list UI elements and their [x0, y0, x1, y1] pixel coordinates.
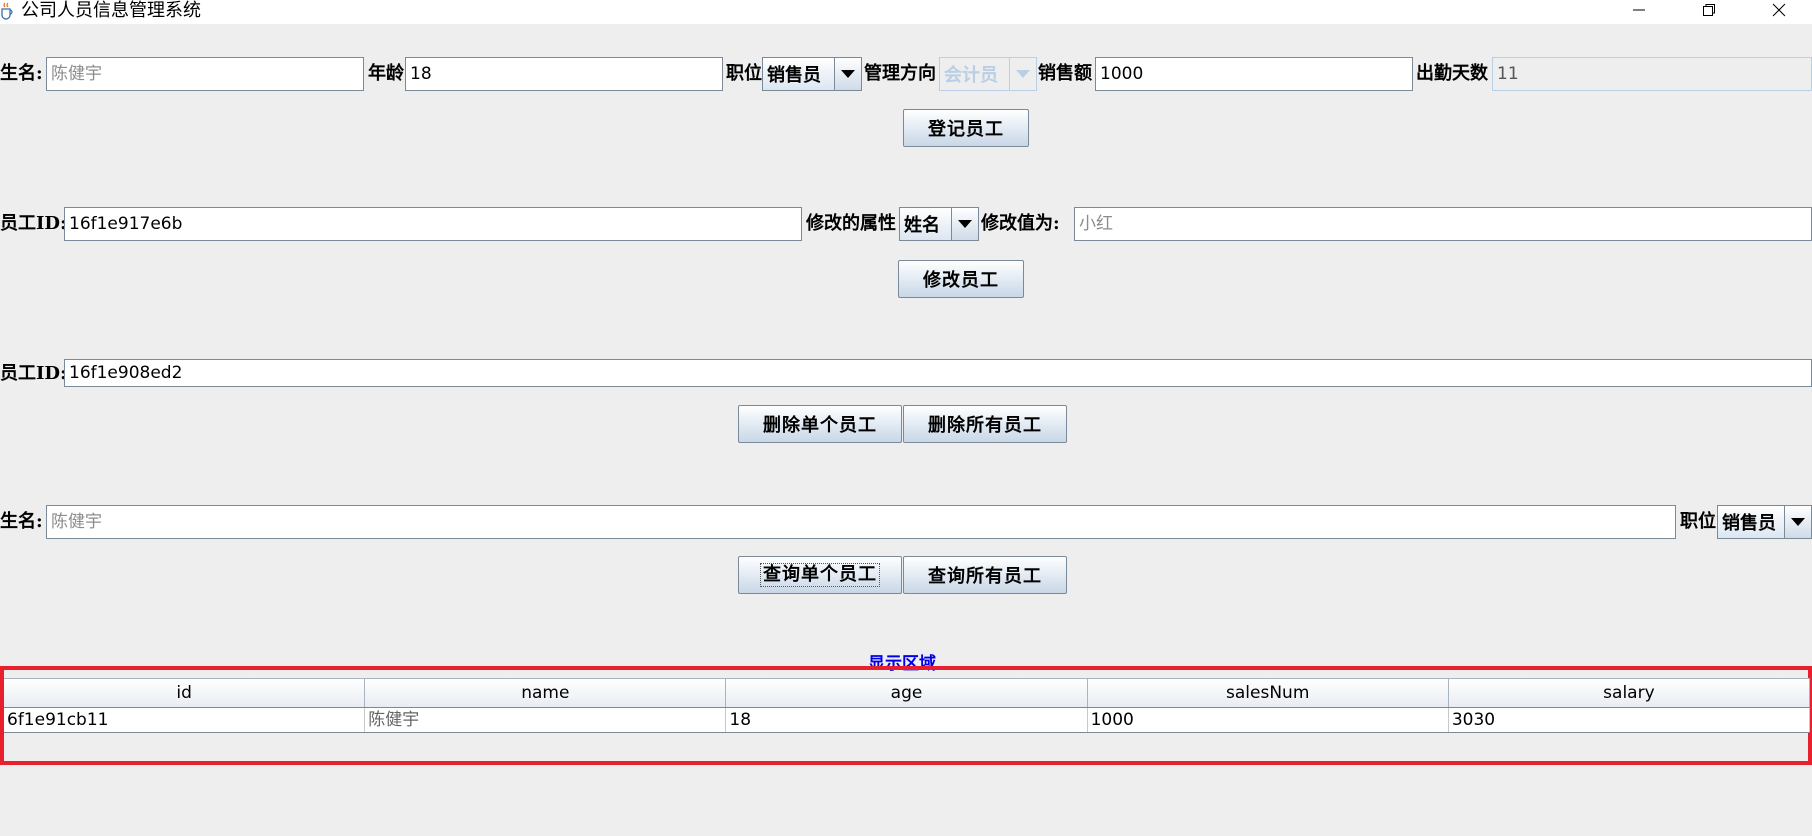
- direction-label: 管理方向: [864, 63, 936, 84]
- title-bar: [0, 0, 1812, 24]
- table-cell-id[interactable]: 6f1e91cb11: [4, 708, 366, 732]
- query-name-input[interactable]: 陈健宇: [46, 505, 1676, 539]
- table-cell-age[interactable]: 18: [726, 708, 1088, 732]
- chevron-down-icon: [1009, 58, 1036, 90]
- name-label: 生名:: [0, 63, 43, 84]
- java-cup-icon: [0, 2, 14, 20]
- table-cell-salary[interactable]: 3030: [1449, 708, 1811, 732]
- query-single-button-label: 查询单个员工: [760, 563, 880, 587]
- sales-input[interactable]: 1000: [1095, 57, 1413, 91]
- new-value-label: 修改值为:: [981, 213, 1060, 234]
- modify-id-label: 员工ID:: [0, 213, 67, 234]
- close-icon[interactable]: [1756, 0, 1802, 20]
- sales-label: 销售额: [1038, 63, 1092, 84]
- delete-all-button[interactable]: 删除所有员工: [903, 405, 1067, 443]
- attr-select-value: 姓名: [904, 215, 940, 236]
- query-position-label: 职位: [1680, 511, 1716, 532]
- query-single-button[interactable]: 查询单个员工: [738, 556, 902, 594]
- modify-button[interactable]: 修改员工: [898, 260, 1024, 298]
- delete-all-button-label: 删除所有员工: [928, 415, 1042, 436]
- minimize-icon[interactable]: [1616, 0, 1662, 20]
- column-header-name[interactable]: name: [365, 679, 727, 707]
- delete-single-button[interactable]: 删除单个员工: [738, 405, 902, 443]
- table-header: id name age salesNum salary: [4, 678, 1811, 708]
- column-header-salary[interactable]: salary: [1449, 679, 1811, 707]
- query-position-select[interactable]: 销售员: [1717, 505, 1812, 539]
- chevron-down-icon[interactable]: [951, 208, 978, 240]
- table-cell-name[interactable]: 陈健宇: [365, 708, 727, 732]
- attr-label: 修改的属性: [806, 213, 896, 234]
- window-title: 公司人员信息管理系统: [21, 0, 201, 21]
- attendance-label: 出勤天数: [1416, 63, 1488, 84]
- table-cell-salesnum[interactable]: 1000: [1088, 708, 1449, 732]
- query-all-button-label: 查询所有员工: [928, 566, 1042, 587]
- position-select-value: 销售员: [767, 65, 821, 86]
- column-header-age[interactable]: age: [726, 679, 1088, 707]
- table-row[interactable]: 6f1e91cb11 陈健宇 18 1000 3030: [4, 708, 1811, 733]
- restore-icon[interactable]: [1686, 0, 1732, 20]
- attendance-input: 11: [1492, 57, 1812, 91]
- name-input[interactable]: 陈健宇: [46, 57, 364, 91]
- chevron-down-icon[interactable]: [834, 58, 861, 90]
- direction-select-value: 会计员: [944, 65, 998, 86]
- register-button-label: 登记员工: [928, 119, 1004, 140]
- direction-select: 会计员: [939, 57, 1037, 91]
- query-position-select-value: 销售员: [1722, 513, 1776, 534]
- position-label: 职位: [726, 63, 762, 84]
- query-name-label: 生名:: [0, 511, 43, 532]
- column-header-id[interactable]: id: [4, 679, 366, 707]
- age-input[interactable]: 18: [405, 57, 723, 91]
- column-header-salesnum[interactable]: salesNum: [1088, 679, 1449, 707]
- modify-id-input[interactable]: 16f1e917e6b: [64, 207, 802, 241]
- attr-select[interactable]: 姓名: [899, 207, 979, 241]
- delete-single-button-label: 删除单个员工: [763, 415, 877, 436]
- results-table[interactable]: id name age salesNum salary 6f1e91cb11 陈…: [4, 678, 1811, 733]
- delete-id-label: 员工ID:: [0, 363, 67, 384]
- new-value-input[interactable]: 小红: [1074, 207, 1812, 241]
- query-all-button[interactable]: 查询所有员工: [903, 556, 1067, 594]
- register-button[interactable]: 登记员工: [903, 109, 1029, 147]
- position-select[interactable]: 销售员: [762, 57, 862, 91]
- chevron-down-icon[interactable]: [1784, 506, 1811, 538]
- delete-id-input[interactable]: 16f1e908ed2: [64, 359, 1812, 387]
- modify-button-label: 修改员工: [923, 270, 999, 291]
- age-label: 年龄: [368, 63, 404, 84]
